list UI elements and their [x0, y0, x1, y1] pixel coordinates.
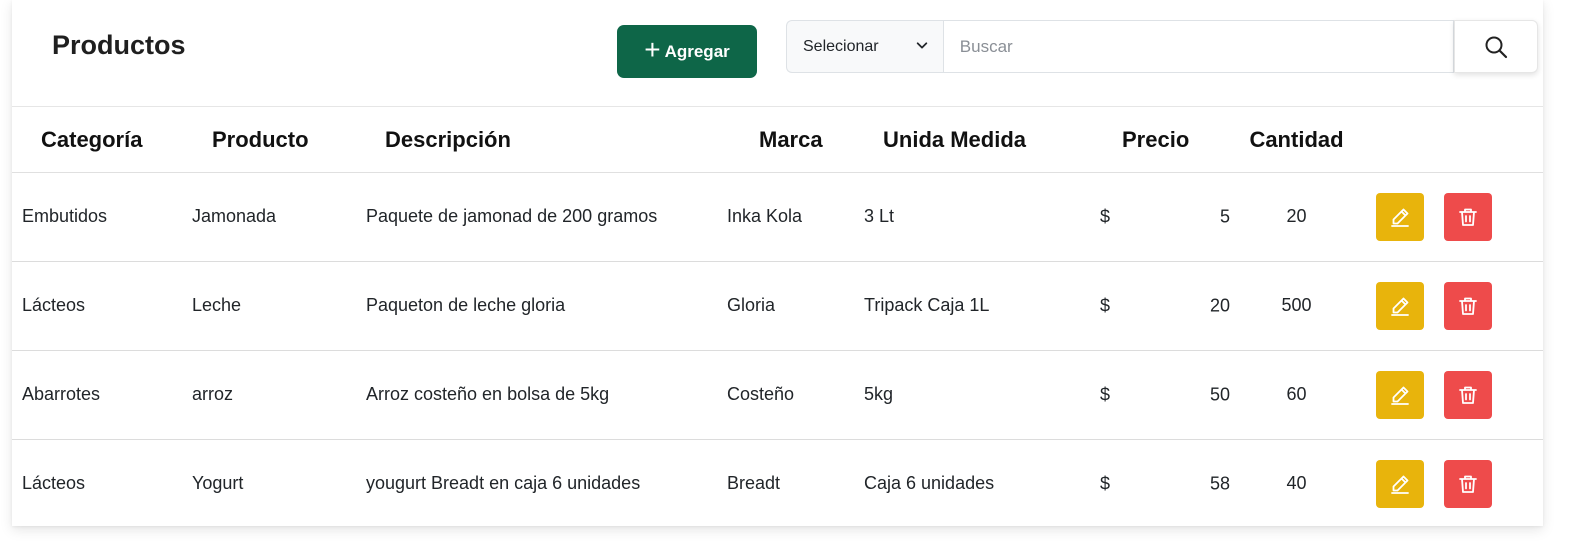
- cell-actions: [1363, 261, 1543, 351]
- cell-categoria: Lácteos: [22, 473, 86, 494]
- cell-precio: $ 20: [1100, 261, 1230, 351]
- column-header-producto: Producto: [192, 108, 366, 173]
- cell-unidad: Tripack Caja 1L: [864, 261, 1100, 351]
- cell-cantidad: 20: [1230, 172, 1363, 262]
- delete-button[interactable]: [1444, 192, 1492, 241]
- select-value: Selecionar: [803, 37, 879, 55]
- delete-button[interactable]: [1444, 459, 1492, 508]
- plus-icon: +: [644, 34, 661, 65]
- price-amount: 20: [1209, 295, 1230, 315]
- cell-actions: [1363, 172, 1543, 262]
- currency-symbol: $: [1100, 206, 1111, 226]
- cell-descripcion: yougurt Breadt en caja 6 unidades: [366, 473, 641, 494]
- cell-cantidad: 40: [1286, 473, 1307, 494]
- cell-marca: Gloria: [727, 261, 864, 351]
- cell-descripcion: Paquete de jamonad de 200 gramos: [366, 172, 727, 262]
- products-table: Categoría Producto Descripción Marca Uni…: [12, 108, 1543, 528]
- column-header-precio: Precio: [1100, 108, 1230, 173]
- add-product-button[interactable]: + Agregar: [617, 25, 757, 78]
- add-button-label: Agregar: [664, 41, 730, 61]
- currency-symbol: $: [1100, 473, 1111, 494]
- category-select[interactable]: Selecionar: [786, 20, 943, 73]
- edit-icon: [1391, 475, 1409, 494]
- cell-producto: arroz: [192, 350, 366, 440]
- cell-producto: Jamonada: [192, 172, 366, 262]
- column-header-actions: [1363, 108, 1543, 173]
- search-input[interactable]: [942, 20, 1455, 73]
- cell-cantidad: 500: [1230, 261, 1363, 351]
- cell-categoria: Embutidos: [12, 172, 192, 262]
- search-icon: [1485, 36, 1508, 58]
- column-header-categoria: Categoría: [12, 108, 192, 173]
- trash-icon: [1459, 208, 1477, 226]
- page-title: Productos: [52, 30, 186, 60]
- edit-button[interactable]: [1376, 459, 1424, 508]
- edit-button[interactable]: [1376, 370, 1424, 419]
- cell-producto: Leche: [192, 261, 366, 351]
- page-header: Productos + Agregar Selecionar: [12, 0, 1543, 107]
- table-row: Lácteos Leche Paqueton de leche gloria G…: [12, 261, 1543, 351]
- cell-actions: [1363, 439, 1543, 528]
- cell-unidad: 3 Lt: [864, 172, 1100, 262]
- column-header-marca: Marca: [727, 108, 864, 173]
- edit-button[interactable]: [1376, 281, 1424, 330]
- table-row: Lácteos Yogurt yougurt Breadt en caja 6 …: [12, 439, 1543, 528]
- cell-marca: Breadt: [727, 473, 781, 494]
- cell-marca: Costeño: [727, 350, 864, 440]
- edit-icon: [1391, 297, 1409, 316]
- edit-icon: [1391, 386, 1409, 405]
- chevron-down-icon: [916, 42, 928, 49]
- search-group: Selecionar: [786, 20, 1538, 73]
- cell-precio: $ 58: [1100, 439, 1230, 528]
- edit-icon: [1391, 208, 1409, 227]
- products-card: Productos + Agregar Selecionar Buscar Ca…: [12, 0, 1543, 526]
- cell-categoria: Lácteos: [12, 261, 192, 351]
- cell-actions: [1363, 350, 1543, 440]
- table-row: Embutidos Jamonada Paquete de jamonad de…: [12, 172, 1543, 262]
- cell-unidad: Caja 6 unidades: [864, 473, 995, 494]
- trash-icon: [1459, 386, 1477, 404]
- delete-button[interactable]: [1444, 370, 1492, 419]
- currency-symbol: $: [1100, 295, 1111, 315]
- cell-precio: $ 50: [1100, 350, 1230, 440]
- price-amount: 5: [1219, 206, 1230, 226]
- cell-precio: $ 5: [1100, 172, 1230, 262]
- cell-producto: Yogurt: [192, 473, 244, 494]
- cell-unidad: 5kg: [864, 350, 1100, 440]
- cell-marca: Inka Kola: [727, 172, 864, 262]
- cell-cantidad: 60: [1230, 350, 1363, 440]
- cell-categoria: Abarrotes: [12, 350, 192, 440]
- price-amount: 58: [1209, 473, 1230, 494]
- trash-icon: [1459, 297, 1477, 315]
- column-header-unidad: Unida Medida: [864, 108, 1100, 173]
- delete-button[interactable]: [1444, 281, 1492, 330]
- column-header-cantidad: Cantidad: [1230, 108, 1363, 173]
- cell-descripcion: Paqueton de leche gloria: [366, 261, 727, 351]
- edit-button[interactable]: [1376, 192, 1424, 241]
- table-row: Abarrotes arroz Arroz costeño en bolsa d…: [12, 350, 1543, 440]
- column-header-descripcion: Descripción: [366, 108, 727, 173]
- trash-icon: [1459, 475, 1477, 493]
- cell-descripcion: Arroz costeño en bolsa de 5kg: [366, 350, 727, 440]
- currency-symbol: $: [1100, 384, 1111, 404]
- table-header-row: Categoría Producto Descripción Marca Uni…: [12, 108, 1543, 173]
- price-amount: 50: [1209, 384, 1230, 404]
- search-button[interactable]: [1454, 20, 1538, 73]
